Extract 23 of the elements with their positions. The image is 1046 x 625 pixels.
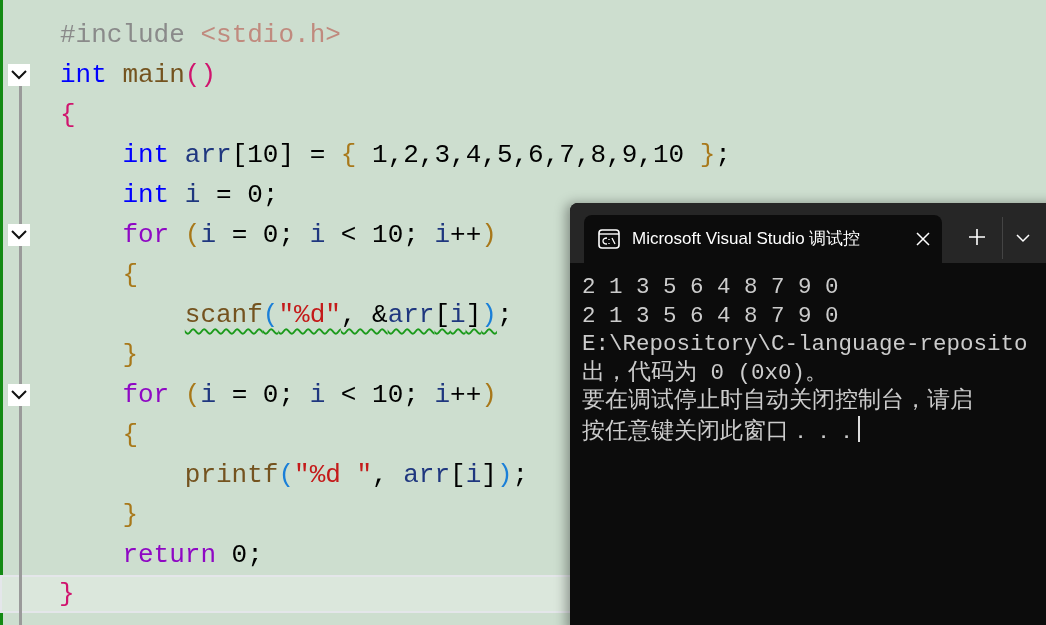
code-line: #include <stdio.h> [59, 19, 341, 52]
code-line: { [59, 99, 76, 132]
code-line: { [121, 419, 138, 452]
code-line: printf("%d ", arr[i]); [183, 459, 529, 492]
console-output-line: 2 1 3 5 6 4 8 7 9 0 [582, 274, 839, 300]
code-line: scanf("%d", &arr[i]); [183, 299, 513, 332]
code-line: for (i = 0; i < 10; i++) [121, 219, 497, 252]
tab-title: Microsoft Visual Studio 调试控 [632, 228, 862, 251]
code-line: int main() [59, 59, 217, 92]
code-line: int i = 0; [121, 179, 279, 212]
code-line: for (i = 0; i < 10; i++) [121, 379, 497, 412]
console-output-line: 要在调试停止时自动关闭控制台，请启 [582, 388, 973, 414]
console-tab[interactable]: Microsoft Visual Studio 调试控 [584, 215, 942, 263]
code-line: } [58, 578, 75, 611]
code-line: } [121, 339, 138, 372]
code-line: { [121, 259, 138, 292]
code-line: return 0; [121, 539, 263, 572]
console-output-line: 2 1 3 5 6 4 8 7 9 0 [582, 302, 839, 329]
code-line: int arr[10] = { 1,2,3,4,5,6,7,8,9,10 }; [121, 139, 731, 172]
console-output-line: 出，代码为 0 (0x0)。 [582, 359, 829, 386]
console-output-line: E:\Repository\C-language-reposito [582, 331, 1028, 357]
code-line: } [121, 499, 138, 532]
console-output-line: 按任意键关闭此窗口．．． [582, 418, 858, 445]
